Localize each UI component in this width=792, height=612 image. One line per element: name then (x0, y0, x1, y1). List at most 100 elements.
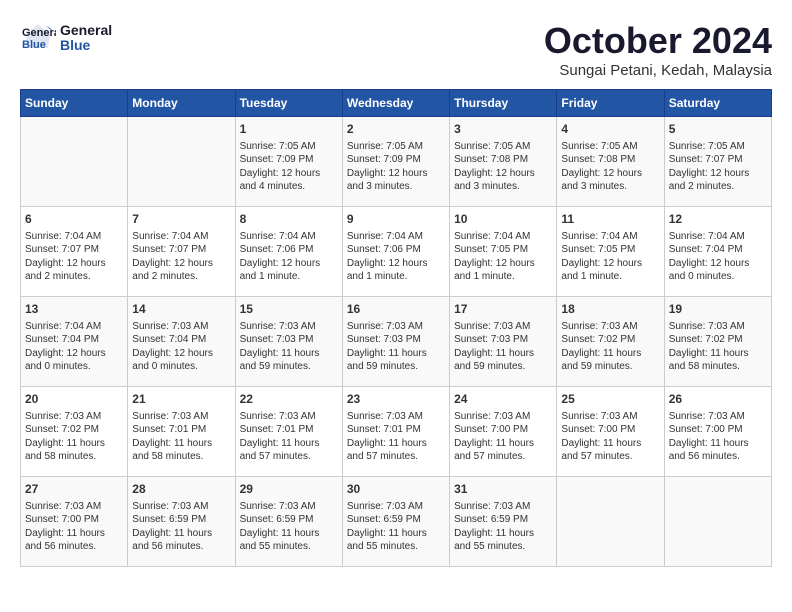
svg-text:Blue: Blue (22, 39, 46, 51)
day-number: 23 (347, 391, 445, 408)
cell-content: Sunrise: 7:04 AM Sunset: 7:07 PM Dayligh… (25, 230, 123, 284)
day-number: 25 (561, 391, 659, 408)
calendar-table: SundayMondayTuesdayWednesdayThursdayFrid… (20, 89, 772, 567)
day-header-monday: Monday (128, 90, 235, 117)
calendar-cell: 29Sunrise: 7:03 AM Sunset: 6:59 PM Dayli… (235, 477, 342, 567)
day-header-thursday: Thursday (450, 90, 557, 117)
calendar-week-row: 1 Sunrise: 7:05 AM Sunset: 7:09 PM Daylig… (21, 117, 772, 207)
cell-content: Sunrise: 7:05 AM Sunset: 7:07 PM Dayligh… (669, 140, 767, 194)
calendar-cell: 15Sunrise: 7:03 AM Sunset: 7:03 PM Dayli… (235, 297, 342, 387)
day-number: 8 (240, 211, 338, 228)
cell-content: Sunrise: 7:03 AM Sunset: 7:02 PM Dayligh… (669, 320, 767, 374)
calendar-cell (128, 117, 235, 207)
day-number: 30 (347, 481, 445, 498)
calendar-cell: 14Sunrise: 7:03 AM Sunset: 7:04 PM Dayli… (128, 297, 235, 387)
calendar-cell: 31 Sunrise: 7:03 AM Sunset: 6:59 PM Dayli… (450, 477, 557, 567)
cell-content: Sunrise: 7:04 AM Sunset: 7:07 PM Dayligh… (132, 230, 230, 284)
calendar-cell: 23 Sunrise: 7:03 AM Sunset: 7:01 PM Dayli… (342, 387, 449, 477)
logo-icon: General Blue (20, 20, 56, 56)
calendar-cell: 4Sunrise: 7:05 AM Sunset: 7:08 PM Daylig… (557, 117, 664, 207)
calendar-cell: 26 Sunrise: 7:03 AM Sunset: 7:00 PM Dayli… (664, 387, 771, 477)
day-header-friday: Friday (557, 90, 664, 117)
cell-content: Sunrise: 7:03 AM Sunset: 6:59 PM Dayligh… (454, 500, 552, 554)
calendar-cell: 28Sunrise: 7:03 AM Sunset: 6:59 PM Dayli… (128, 477, 235, 567)
day-number: 22 (240, 391, 338, 408)
day-number: 12 (669, 211, 767, 228)
calendar-cell (664, 477, 771, 567)
title-section: October 2024 Sungai Petani, Kedah, Malay… (544, 20, 772, 79)
cell-content: Sunrise: 7:03 AM Sunset: 7:00 PM Dayligh… (669, 410, 767, 464)
calendar-cell: 21Sunrise: 7:03 AM Sunset: 7:01 PM Dayli… (128, 387, 235, 477)
calendar-cell: 7Sunrise: 7:04 AM Sunset: 7:07 PM Daylig… (128, 207, 235, 297)
day-number: 18 (561, 301, 659, 318)
month-title: October 2024 (544, 20, 772, 62)
calendar-cell: 18 Sunrise: 7:03 AM Sunset: 7:02 PM Dayli… (557, 297, 664, 387)
cell-content: Sunrise: 7:04 AM Sunset: 7:06 PM Dayligh… (347, 230, 445, 284)
svg-text:General: General (22, 27, 56, 39)
day-number: 2 (347, 121, 445, 138)
cell-content: Sunrise: 7:03 AM Sunset: 7:01 PM Dayligh… (240, 410, 338, 464)
day-number: 9 (347, 211, 445, 228)
calendar-cell: 13Sunrise: 7:04 AM Sunset: 7:04 PM Dayli… (21, 297, 128, 387)
day-number: 27 (25, 481, 123, 498)
calendar-cell: 30Sunrise: 7:03 AM Sunset: 6:59 PM Dayli… (342, 477, 449, 567)
day-number: 29 (240, 481, 338, 498)
day-number: 28 (132, 481, 230, 498)
calendar-cell: 17 Sunrise: 7:03 AM Sunset: 7:03 PM Dayli… (450, 297, 557, 387)
calendar-cell: 22 Sunrise: 7:03 AM Sunset: 7:01 PM Dayli… (235, 387, 342, 477)
day-number: 24 (454, 391, 552, 408)
page-header: General Blue General Blue October 2024 S… (20, 20, 772, 79)
day-number: 19 (669, 301, 767, 318)
calendar-header: SundayMondayTuesdayWednesdayThursdayFrid… (21, 90, 772, 117)
day-number: 21 (132, 391, 230, 408)
calendar-cell: 12Sunrise: 7:04 AM Sunset: 7:04 PM Dayli… (664, 207, 771, 297)
cell-content: Sunrise: 7:03 AM Sunset: 7:01 PM Dayligh… (347, 410, 445, 464)
location-label: Sungai Petani, Kedah, Malaysia (544, 62, 772, 79)
calendar-cell: 8 Sunrise: 7:04 AM Sunset: 7:06 PM Daylig… (235, 207, 342, 297)
calendar-cell: 2 Sunrise: 7:05 AM Sunset: 7:09 PM Daylig… (342, 117, 449, 207)
calendar-week-row: 20 Sunrise: 7:03 AM Sunset: 7:02 PM Dayli… (21, 387, 772, 477)
calendar-cell: 16 Sunrise: 7:03 AM Sunset: 7:03 PM Dayli… (342, 297, 449, 387)
day-number: 16 (347, 301, 445, 318)
cell-content: Sunrise: 7:03 AM Sunset: 7:03 PM Dayligh… (454, 320, 552, 374)
cell-content: Sunrise: 7:03 AM Sunset: 7:03 PM Dayligh… (240, 320, 338, 374)
calendar-cell: 3 Sunrise: 7:05 AM Sunset: 7:08 PM Daylig… (450, 117, 557, 207)
day-number: 6 (25, 211, 123, 228)
day-number: 14 (132, 301, 230, 318)
day-number: 3 (454, 121, 552, 138)
logo: General Blue General Blue (20, 20, 112, 56)
day-header-tuesday: Tuesday (235, 90, 342, 117)
logo-text-general: General (60, 23, 112, 38)
day-number: 11 (561, 211, 659, 228)
calendar-week-row: 6 Sunrise: 7:04 AM Sunset: 7:07 PM Daylig… (21, 207, 772, 297)
calendar-week-row: 27 Sunrise: 7:03 AM Sunset: 7:00 PM Dayli… (21, 477, 772, 567)
day-number: 1 (240, 121, 338, 138)
cell-content: Sunrise: 7:04 AM Sunset: 7:05 PM Dayligh… (561, 230, 659, 284)
day-number: 20 (25, 391, 123, 408)
cell-content: Sunrise: 7:03 AM Sunset: 7:02 PM Dayligh… (561, 320, 659, 374)
day-header-wednesday: Wednesday (342, 90, 449, 117)
cell-content: Sunrise: 7:05 AM Sunset: 7:08 PM Dayligh… (561, 140, 659, 194)
day-number: 17 (454, 301, 552, 318)
cell-content: Sunrise: 7:05 AM Sunset: 7:08 PM Dayligh… (454, 140, 552, 194)
calendar-cell: 1 Sunrise: 7:05 AM Sunset: 7:09 PM Daylig… (235, 117, 342, 207)
cell-content: Sunrise: 7:03 AM Sunset: 7:00 PM Dayligh… (25, 500, 123, 554)
cell-content: Sunrise: 7:03 AM Sunset: 7:02 PM Dayligh… (25, 410, 123, 464)
cell-content: Sunrise: 7:03 AM Sunset: 7:00 PM Dayligh… (561, 410, 659, 464)
day-number: 10 (454, 211, 552, 228)
calendar-cell (21, 117, 128, 207)
calendar-cell: 25 Sunrise: 7:03 AM Sunset: 7:00 PM Dayli… (557, 387, 664, 477)
calendar-cell: 10 Sunrise: 7:04 AM Sunset: 7:05 PM Dayli… (450, 207, 557, 297)
cell-content: Sunrise: 7:03 AM Sunset: 7:03 PM Dayligh… (347, 320, 445, 374)
cell-content: Sunrise: 7:04 AM Sunset: 7:05 PM Dayligh… (454, 230, 552, 284)
cell-content: Sunrise: 7:03 AM Sunset: 7:00 PM Dayligh… (454, 410, 552, 464)
calendar-cell (557, 477, 664, 567)
calendar-body: 1 Sunrise: 7:05 AM Sunset: 7:09 PM Daylig… (21, 117, 772, 567)
cell-content: Sunrise: 7:04 AM Sunset: 7:06 PM Dayligh… (240, 230, 338, 284)
cell-content: Sunrise: 7:05 AM Sunset: 7:09 PM Dayligh… (240, 140, 338, 194)
cell-content: Sunrise: 7:05 AM Sunset: 7:09 PM Dayligh… (347, 140, 445, 194)
day-number: 26 (669, 391, 767, 408)
calendar-cell: 20 Sunrise: 7:03 AM Sunset: 7:02 PM Dayli… (21, 387, 128, 477)
day-number: 31 (454, 481, 552, 498)
cell-content: Sunrise: 7:04 AM Sunset: 7:04 PM Dayligh… (25, 320, 123, 374)
